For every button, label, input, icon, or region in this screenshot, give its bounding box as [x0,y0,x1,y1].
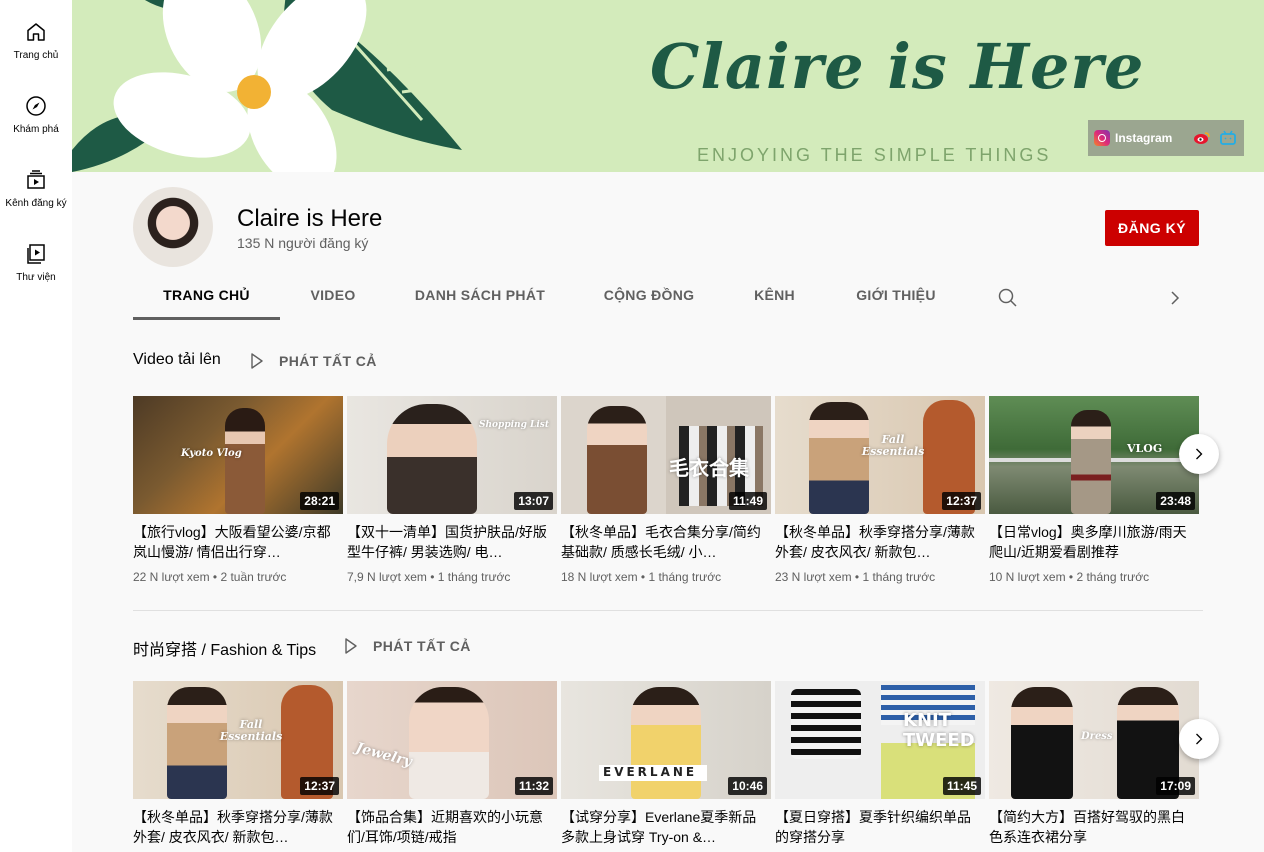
video-thumbnail[interactable]: EVERLANE 10:46 [561,681,771,799]
banner-subtitle: ENJOYING THE SIMPLE THINGS [697,145,1052,165]
tab-community[interactable]: CỘNG ĐỒNG [574,276,724,320]
channel-banner: Claire is Here ENJOYING THE SIMPLE THING… [72,0,1264,172]
video-meta: 7,9 N lượt xem • 1 tháng trước [347,570,511,584]
video-duration: 13:07 [514,492,553,510]
video-title[interactable]: 【简约大方】百搭好驾驭的黑白色系连衣裙分享 [989,807,1195,847]
guide-item-label: Khám phá [13,124,59,135]
video-card[interactable]: Fall Essentials 12:37 【秋冬单品】秋季穿搭分享/薄款外套/… [775,396,985,584]
channel-home-content: Video tải lên PHÁT TẤT CẢ Kyoto Vlog 28:… [72,320,1264,852]
video-thumbnail[interactable]: VLOG 23:48 [989,396,1199,514]
instagram-icon [1094,130,1110,146]
video-card[interactable]: VLOG 23:48 【日常vlog】奥多摩川旅游/雨天爬山/近期爱看剧推荐 1… [989,396,1199,584]
mini-guide: Trang chủ Khám phá Kênh đăng ký Thư viện [0,0,72,852]
tab-about[interactable]: GIỚI THIỆU [825,276,967,320]
tab-videos[interactable]: VIDEO [280,276,386,320]
banner-title: Claire is Here [650,30,1145,103]
video-thumbnail[interactable]: Fall Essentials 12:37 [133,681,343,799]
video-duration: 28:21 [300,492,339,510]
shelf-next-button[interactable] [1179,719,1219,759]
instagram-link[interactable]: Instagram [1094,130,1172,146]
video-card[interactable]: Shopping List 13:07 【双十一清单】国货护肤品/好版型牛仔裤/… [347,396,557,584]
video-duration: 11:45 [942,777,981,795]
video-thumbnail[interactable]: Fall Essentials 12:37 [775,396,985,514]
tab-home[interactable]: TRANG CHỦ [133,276,280,320]
weibo-icon[interactable] [1192,128,1212,148]
video-duration: 11:49 [728,492,767,510]
video-thumbnail[interactable]: KNIT TWEED 11:45 [775,681,985,799]
play-icon [345,638,357,654]
flower-illustration [72,0,462,172]
video-thumbnail[interactable]: Dress 17:09 [989,681,1199,799]
video-title[interactable]: 【秋冬单品】秋季穿搭分享/薄款外套/ 皮衣风衣/ 新款包… [133,807,339,847]
library-icon [27,244,45,264]
chevron-right-icon[interactable] [1163,286,1187,310]
video-title[interactable]: 【秋冬单品】秋季穿搭分享/薄款外套/ 皮衣风衣/ 新款包… [775,522,981,562]
shelf-title: 时尚穿搭 / Fashion & Tips [133,642,317,659]
guide-item-label: Trang chủ [13,50,59,61]
video-thumbnail[interactable]: 毛衣合集 11:49 [561,396,771,514]
video-duration: 11:32 [514,777,553,795]
instagram-label: Instagram [1115,131,1173,145]
video-title[interactable]: 【日常vlog】奥多摩川旅游/雨天爬山/近期爱看剧推荐 [989,522,1195,562]
video-title[interactable]: 【秋冬单品】毛衣合集分享/简约基础款/ 质感长毛绒/ 小… [561,522,767,562]
channel-avatar[interactable] [133,187,213,267]
channel-name: Claire is Here [237,205,383,232]
video-thumbnail[interactable]: Shopping List 13:07 [347,396,557,514]
tab-channels[interactable]: KÊNH [724,276,825,320]
guide-item-library[interactable]: Thư viện [0,222,72,296]
video-card[interactable]: Kyoto Vlog 28:21 【旅行vlog】大阪看望公婆/京都岚山慢游/ … [133,396,343,584]
video-meta: 10 N lượt xem • 2 tháng trước [989,570,1150,584]
video-card[interactable]: KNIT TWEED 11:45 【夏日穿搭】夏季针织编织单品的穿搭分享 [775,681,985,847]
subscribe-button[interactable]: ĐĂNG KÝ [1105,210,1199,246]
guide-item-subscriptions[interactable]: Kênh đăng ký [0,148,72,222]
video-title[interactable]: 【饰品合集】近期喜欢的小玩意们/耳饰/项链/戒指 [347,807,553,847]
subscriber-count: 135 N người đăng ký [237,235,369,251]
video-duration: 23:48 [1156,492,1195,510]
video-duration: 12:37 [942,492,981,510]
channel-header: Claire is Here 135 N người đăng ký ĐĂNG … [72,172,1264,320]
video-duration: 17:09 [1156,777,1195,795]
video-card[interactable]: Jewelry 11:32 【饰品合集】近期喜欢的小玩意们/耳饰/项链/戒指 [347,681,557,847]
tab-playlists[interactable]: DANH SÁCH PHÁT [386,276,574,320]
video-thumbnail[interactable]: Kyoto Vlog 28:21 [133,396,343,514]
video-duration: 10:46 [728,777,767,795]
shelf-divider [133,610,1203,611]
play-all-button[interactable]: PHÁT TẤT CẢ [343,637,471,655]
search-icon[interactable] [996,286,1020,310]
shelf-next-button[interactable] [1179,434,1219,474]
video-title[interactable]: 【试穿分享】Everlane夏季新品多款上身试穿 Try-on &… [561,807,767,847]
video-card[interactable]: Dress 17:09 【简约大方】百搭好驾驭的黑白色系连衣裙分享 [989,681,1199,847]
video-title[interactable]: 【夏日穿搭】夏季针织编织单品的穿搭分享 [775,807,981,847]
video-duration: 12:37 [300,777,339,795]
channel-links: Instagram [1088,120,1245,156]
play-all-button[interactable]: PHÁT TẤT CẢ [249,352,377,370]
channel-tabs: TRANG CHỦ VIDEO DANH SÁCH PHÁT CỘNG ĐỒNG… [133,276,1203,320]
play-icon [251,353,263,369]
shelf-title: Video tải lên [133,351,221,368]
video-meta: 22 N lượt xem • 2 tuần trước [133,570,287,584]
video-title[interactable]: 【旅行vlog】大阪看望公婆/京都岚山慢游/ 情侣出行穿… [133,522,339,562]
subscriptions-icon [27,170,45,189]
guide-item-home[interactable]: Trang chủ [0,0,72,74]
video-meta: 23 N lượt xem • 1 tháng trước [775,570,936,584]
video-thumbnail[interactable]: Jewelry 11:32 [347,681,557,799]
video-card[interactable]: Fall Essentials 12:37 【秋冬单品】秋季穿搭分享/薄款外套/… [133,681,343,847]
chevron-right-icon [1196,448,1203,460]
bilibili-icon[interactable] [1218,128,1238,148]
main-content: Claire is Here ENJOYING THE SIMPLE THING… [72,0,1264,852]
compass-icon [26,96,46,116]
video-card[interactable]: 毛衣合集 11:49 【秋冬单品】毛衣合集分享/简约基础款/ 质感长毛绒/ 小…… [561,396,771,584]
guide-item-label: Thư viện [16,272,56,283]
guide-item-label: Kênh đăng ký [5,198,67,209]
video-card[interactable]: EVERLANE 10:46 【试穿分享】Everlane夏季新品多款上身试穿 … [561,681,771,847]
home-icon [27,23,45,41]
video-meta: 18 N lượt xem • 1 tháng trước [561,570,722,584]
video-title[interactable]: 【双十一清单】国货护肤品/好版型牛仔裤/ 男装选购/ 电… [347,522,553,562]
guide-item-explore[interactable]: Khám phá [0,74,72,148]
chevron-right-icon [1196,733,1203,745]
